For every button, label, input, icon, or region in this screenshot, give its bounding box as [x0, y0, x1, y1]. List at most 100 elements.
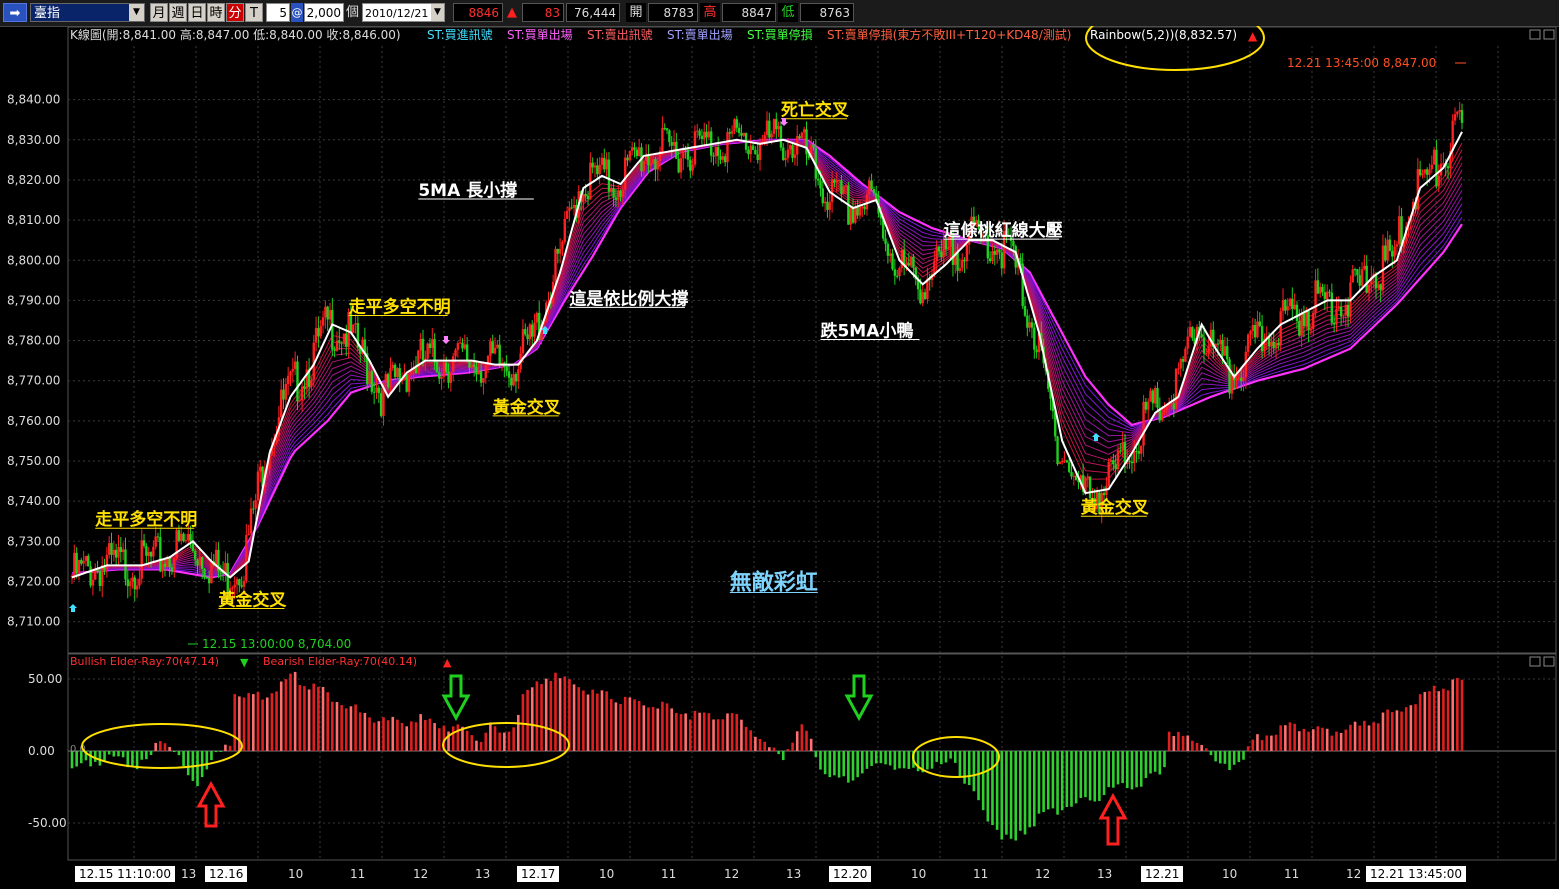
candle-body [173, 558, 176, 572]
interval-input[interactable]: 5 [266, 3, 290, 22]
candle-body [1284, 299, 1287, 311]
candle-body [247, 533, 250, 535]
elder-ray-bar [1088, 751, 1092, 801]
elder-ray-bar [772, 747, 776, 751]
candle-body [321, 317, 325, 326]
y-tick-label: 8,800.00 [7, 253, 60, 267]
st-sell-stop: ST:賣單停損(東方不敗III+T120+KD48/測試) [827, 27, 1071, 42]
candle-body [870, 180, 873, 190]
candle-body [935, 246, 938, 262]
elder-ray-bar [619, 703, 622, 751]
elder-ray-bar [1116, 751, 1120, 785]
elder-ray-bar [865, 751, 869, 769]
candle-body [858, 206, 862, 216]
quote-change: 83 [522, 3, 564, 22]
candle-body [779, 126, 783, 148]
elder-ray-bar [1000, 751, 1004, 840]
elder-ray-bar [1144, 751, 1148, 779]
candle-body [428, 343, 432, 349]
candle-body [249, 508, 253, 534]
elder-ray-bar [609, 698, 613, 751]
candle-body [691, 164, 694, 171]
candle-body [707, 131, 711, 138]
elder-ray-bar [475, 740, 478, 751]
elder-ray-bar [1093, 751, 1097, 802]
elder-ray-bar [661, 701, 664, 751]
elder-ray-bar [326, 692, 329, 751]
elder-ray-bar [400, 722, 404, 751]
st-buy-signal: ST:買進訊號 [427, 27, 493, 42]
candle-body [1323, 292, 1327, 300]
candle-body [1272, 341, 1275, 349]
elder-ray-bar [540, 684, 543, 751]
candle-body [568, 207, 571, 211]
period-month-button[interactable]: 月 [150, 3, 168, 22]
candle-body [1416, 169, 1420, 210]
candle-body [107, 543, 111, 555]
candle-body [998, 249, 1001, 253]
period-tick-button[interactable]: T [245, 3, 263, 22]
elder-ray-bar [953, 751, 957, 763]
at-icon: @ [291, 3, 303, 22]
chart-area[interactable]: 8,710.00 8,720.00 8,730.00 8,740.00 8,750.00… [0, 26, 1559, 889]
kline-legend: K線圖(開:8,841.00 高:8,847.00 低:8,840.00 收:8… [70, 27, 401, 42]
period-week-button[interactable]: 週 [169, 3, 187, 22]
x-tick-label: 12.15 11:10:00 [75, 866, 176, 882]
candle-body [156, 536, 160, 538]
candle-body [210, 561, 213, 584]
elder-ray-bar [112, 751, 116, 757]
elder-ray-bar [1005, 751, 1008, 835]
x-tick-label: 13 [786, 867, 802, 881]
candle-body [907, 263, 910, 266]
elder-ray-bar [1121, 751, 1124, 783]
x-tick-label: 12.21 [1141, 866, 1184, 882]
candle-body [991, 250, 994, 262]
elder-ray-bar [1390, 712, 1394, 751]
candle-body [1365, 265, 1368, 293]
elder-ray-bar [1237, 751, 1241, 763]
candle-body [730, 131, 734, 134]
elder-ray-bar [1297, 731, 1301, 751]
candle-body [665, 128, 669, 131]
elder-ray-bar [554, 672, 557, 751]
candle-body [1237, 377, 1241, 379]
period-minute-button[interactable]: 分 [226, 3, 244, 22]
candle-body [621, 189, 625, 197]
candle-body [1258, 321, 1261, 326]
candle-body [296, 361, 299, 402]
elder-ray-bar [958, 751, 962, 777]
candle-body [1314, 280, 1317, 314]
symbol-select[interactable]: 臺指 ▼ [30, 3, 145, 22]
x-tick-label: 10 [1222, 867, 1238, 881]
candle-body [821, 188, 824, 204]
candle-body [407, 374, 411, 392]
quantity-input[interactable]: 2,000 [304, 3, 344, 22]
candle-body [491, 341, 494, 354]
candle-body [628, 151, 632, 161]
candle-body [335, 340, 339, 351]
candle-body [598, 164, 601, 175]
candle-body [802, 129, 806, 133]
candle-body [438, 372, 441, 379]
candle-body [1147, 401, 1150, 410]
arrow-right-icon[interactable]: ➡ [3, 3, 27, 22]
elder-ray-bar [1270, 735, 1273, 751]
candle-body [1181, 358, 1185, 362]
chevron-down-icon[interactable]: ▼ [129, 4, 144, 21]
period-hour-button[interactable]: 時 [207, 3, 225, 22]
candle-body [1384, 245, 1387, 261]
candle-body [465, 344, 469, 361]
chevron-down-icon[interactable]: ▼ [431, 4, 444, 21]
candle-body [637, 147, 641, 156]
elder-ray-bar [949, 751, 952, 759]
elder-ray-bar [1065, 751, 1069, 807]
candle-body [1219, 339, 1222, 345]
elder-ray-bar [1084, 751, 1087, 798]
candle-body [291, 369, 295, 372]
elder-ray-bar [479, 741, 483, 751]
elder-ray-bar [749, 730, 753, 751]
period-day-button[interactable]: 日 [188, 3, 206, 22]
candle-body [1351, 269, 1354, 283]
elder-ray-bar [284, 679, 288, 751]
date-picker[interactable]: 2010/12/21 ▼ [362, 3, 445, 22]
